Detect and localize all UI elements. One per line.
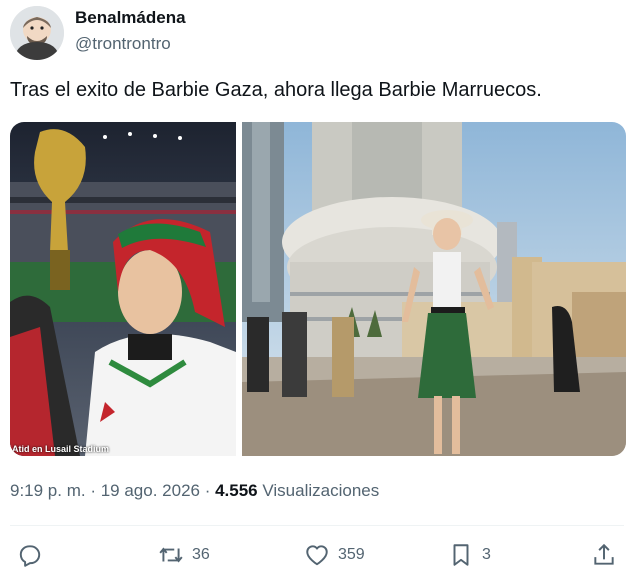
photo-caption: Atid en Lusail Stadium <box>12 444 110 454</box>
stadium-photo[interactable]: Atid en Lusail Stadium <box>10 122 236 456</box>
meta-separator: · <box>85 481 101 500</box>
share-icon <box>594 543 614 565</box>
tweet-header: Benalmádena @trontrontro <box>10 6 610 60</box>
tweet-date[interactable]: 19 ago. 2026 <box>101 481 200 500</box>
avatar[interactable] <box>10 6 64 60</box>
views-count: 4.556 <box>215 481 258 500</box>
retweet-icon <box>159 547 183 563</box>
like-count: 359 <box>338 546 365 563</box>
views-label: Visualizaciones <box>257 481 380 500</box>
tweet-text: Tras el exito de Barbie Gaza, ahora lleg… <box>10 79 542 101</box>
heart-icon <box>306 545 328 566</box>
bookmark-button[interactable]: 3 <box>448 542 491 568</box>
tweet-meta: 9:19 p. m. · 19 ago. 2026 · 4.556 Visual… <box>10 481 379 501</box>
tweet-media: Atid en Lusail Stadium <box>10 122 626 456</box>
share-button[interactable] <box>591 542 617 568</box>
action-bar: 36 359 3 <box>0 538 634 574</box>
like-button[interactable]: 359 <box>304 542 365 568</box>
author-display-name[interactable]: Benalmádena <box>75 8 186 28</box>
divider <box>10 525 624 526</box>
city-photo[interactable] <box>242 122 626 456</box>
retweet-count: 36 <box>192 546 210 563</box>
retweet-button[interactable]: 36 <box>158 542 210 568</box>
reply-icon <box>19 545 41 567</box>
author-handle[interactable]: @trontrontro <box>75 34 171 54</box>
cartoon-face-avatar-icon <box>10 6 64 60</box>
reply-button[interactable] <box>17 542 43 568</box>
meta-separator: · <box>199 481 216 500</box>
tweet-time[interactable]: 9:19 p. m. <box>10 481 86 500</box>
bookmark-icon <box>453 544 469 566</box>
bookmark-count: 3 <box>482 546 491 563</box>
